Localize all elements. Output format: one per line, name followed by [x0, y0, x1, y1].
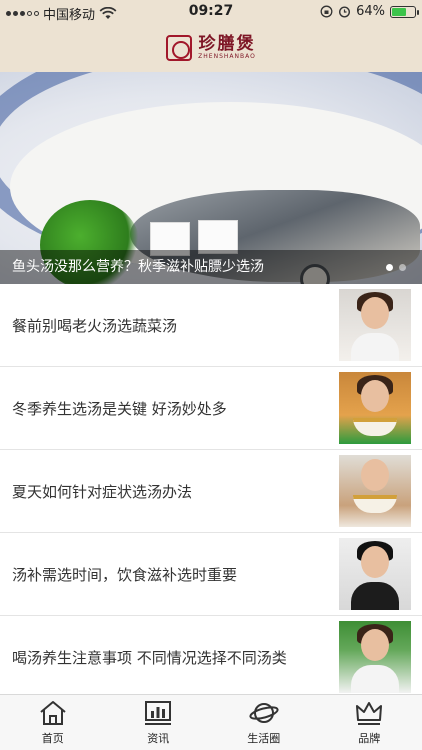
carousel-dot[interactable] [399, 264, 406, 271]
status-bar: 中国移动 09:27 64% [0, 0, 422, 24]
article-thumbnail [339, 372, 411, 444]
tab-life-circle[interactable]: 生活圈 [211, 695, 317, 750]
rotation-lock-icon [320, 5, 333, 18]
status-right: 64% [320, 4, 419, 19]
article-title: 夏天如何针对症状选汤办法 [12, 482, 193, 501]
list-item[interactable]: 汤补需选时间，饮食滋补选时重要 [0, 533, 422, 616]
planet-icon [249, 703, 279, 723]
article-thumbnail [339, 455, 411, 527]
banner-pagination[interactable] [386, 264, 406, 271]
battery-level [392, 7, 407, 16]
brand-name-cn: 珍膳煲 [198, 34, 256, 54]
article-thumbnail [339, 621, 411, 693]
banner-carousel[interactable]: 鱼头汤没那么营养？秋季滋补贴膘少选汤 [0, 72, 422, 284]
tab-brand[interactable]: 品牌 [317, 695, 422, 750]
brand-logo: 珍膳煲 ZHENSHANBAO [198, 35, 256, 61]
article-list: 餐前别喝老火汤选蔬菜汤 冬季养生选汤是关键 好汤妙处多 夏天如何针对症状选汤办法… [0, 284, 422, 699]
list-item[interactable]: 喝汤养生注意事项 不同情况选择不同汤类 [0, 616, 422, 699]
battery-icon [390, 5, 419, 18]
home-icon [40, 701, 66, 725]
article-title: 餐前别喝老火汤选蔬菜汤 [12, 316, 178, 335]
tab-news-label: 资讯 [147, 732, 170, 745]
article-title: 冬季养生选汤是关键 好汤妙处多 [12, 399, 227, 418]
crown-icon [356, 702, 383, 725]
tab-life-circle-label: 生活圈 [247, 732, 281, 745]
list-item[interactable]: 餐前别喝老火汤选蔬菜汤 [0, 284, 422, 367]
app-header: 珍膳煲 ZHENSHANBAO [0, 24, 422, 72]
news-chart-icon [145, 701, 172, 725]
tab-home[interactable]: 首页 [0, 695, 106, 750]
list-item[interactable]: 夏天如何针对症状选汤办法 [0, 450, 422, 533]
tab-brand-label: 品牌 [358, 732, 381, 745]
bottom-tab-bar: 首页 资讯 生活圈 品牌 [0, 694, 422, 750]
article-thumbnail [339, 289, 411, 361]
brand-logo-icon [166, 35, 193, 61]
banner-caption: 鱼头汤没那么营养？秋季滋补贴膘少选汤 [0, 250, 422, 284]
list-item[interactable]: 冬季养生选汤是关键 好汤妙处多 [0, 367, 422, 450]
tab-home-label: 首页 [41, 732, 64, 745]
alarm-icon [339, 6, 351, 18]
banner-image-tofu [198, 220, 238, 254]
brand-name-en: ZHENSHANBAO [198, 53, 256, 60]
carousel-dot[interactable] [386, 264, 393, 271]
battery-percent: 64% [356, 4, 385, 19]
article-title: 汤补需选时间，饮食滋补选时重要 [12, 565, 238, 584]
article-title: 喝汤养生注意事项 不同情况选择不同汤类 [12, 648, 287, 667]
tab-news[interactable]: 资讯 [106, 695, 212, 750]
article-thumbnail [339, 538, 411, 610]
